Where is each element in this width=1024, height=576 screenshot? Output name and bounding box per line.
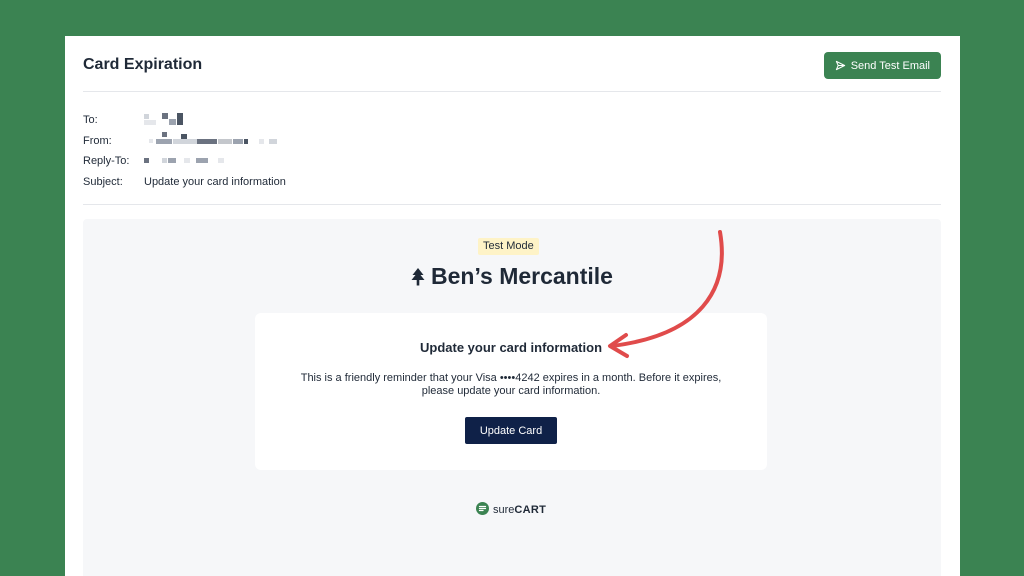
from-label: From: (83, 135, 112, 147)
update-card-button[interactable]: Update Card (465, 417, 557, 444)
card-message: This is a friendly reminder that your Vi… (300, 372, 722, 397)
email-meta: To: From: Reply-To: Subject: Update your… (83, 105, 941, 205)
page-title: Card Expiration (83, 56, 203, 73)
store-name: Ben’s Mercantile (431, 263, 613, 289)
store-brand: Ben’s Mercantile (83, 263, 941, 292)
send-icon (835, 60, 846, 71)
panel-header: Card Expiration Send Test Email (83, 36, 941, 92)
test-mode-badge: Test Mode (478, 238, 539, 255)
send-test-email-label: Send Test Email (850, 59, 930, 72)
email-card: Update your card information This is a f… (255, 313, 767, 470)
email-preview-panel: Card Expiration Send Test Email To: From… (65, 36, 960, 576)
send-test-email-button[interactable]: Send Test Email (823, 52, 941, 79)
card-heading: Update your card information (419, 340, 603, 355)
surecart-logo-icon (476, 502, 489, 518)
logo-text-cart: CART (514, 504, 547, 516)
reply-to-label: Reply-To: (83, 155, 130, 167)
subject-label: Subject: (83, 176, 123, 188)
subject-value: Update your card information (144, 176, 286, 188)
logo-text-sure: sure (493, 504, 515, 516)
email-body-preview: Test Mode Ben’s Mercantile Update your c… (83, 219, 941, 576)
to-label: To: (83, 114, 98, 126)
surecart-logo: sureCART (476, 502, 546, 518)
tree-icon (411, 265, 425, 292)
